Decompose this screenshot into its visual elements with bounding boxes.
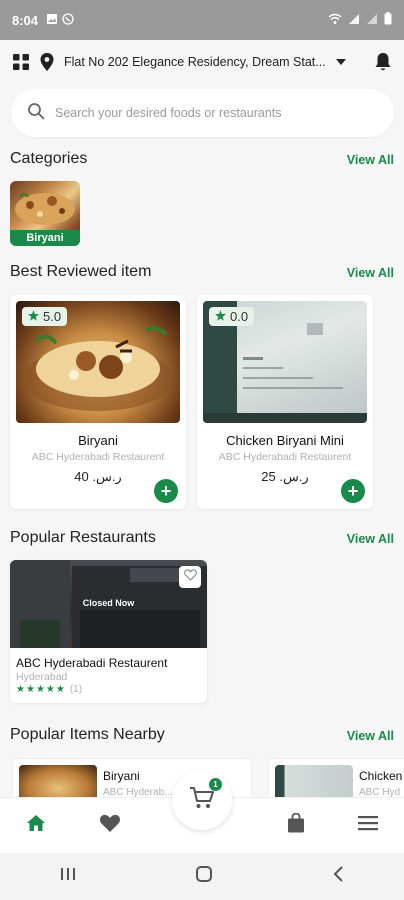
food-name: Biryani: [78, 433, 118, 448]
grid-icon[interactable]: [12, 53, 30, 71]
rating-badge: 0.0: [209, 307, 255, 326]
best-reviewed-title: Best Reviewed item: [10, 263, 152, 280]
star-icon: ★: [55, 684, 65, 695]
battery-icon: [384, 12, 392, 28]
search-input[interactable]: [55, 106, 355, 120]
add-to-cart-button[interactable]: +: [154, 479, 178, 503]
status-time: 8:04: [12, 12, 39, 28]
restaurant-name: ABC Hyderabadi Restaurent: [16, 656, 168, 670]
star-icon: [215, 309, 226, 324]
star-icon: ★: [35, 684, 45, 695]
category-label: Biryani: [10, 230, 80, 246]
nearby-item-image: [19, 765, 97, 797]
star-icon: [28, 309, 39, 324]
best-reviewed-view-all[interactable]: View All: [347, 266, 394, 280]
food-restaurant: ABC Hyderabadi Restaurent: [31, 451, 165, 463]
system-navigation: [0, 853, 404, 900]
restaurant-location: Hyderabad: [16, 671, 68, 683]
food-image: 0.0: [203, 301, 367, 423]
whatsapp-notification-icon: [62, 12, 74, 28]
plus-icon: +: [347, 481, 359, 501]
heart-outline-icon: [183, 568, 197, 586]
restaurant-status: Closed Now: [82, 598, 135, 608]
nearby-item-name: Biryani: [103, 769, 140, 783]
top-bar: Flat No 202 Elegance Residency, Dream St…: [0, 40, 404, 84]
food-image: 5.0: [16, 301, 180, 423]
cart-button[interactable]: 1: [172, 770, 232, 830]
menu-icon[interactable]: [357, 815, 378, 836]
dropdown-arrow-icon[interactable]: [336, 59, 346, 65]
restaurant-image: Closed Now: [10, 560, 207, 648]
bag-icon[interactable]: [287, 812, 305, 838]
status-bar: 8:04: [0, 0, 404, 40]
favorite-button[interactable]: [179, 566, 201, 588]
nearby-item-restaurant: ABC Hyderab...: [103, 787, 173, 797]
restaurant-card[interactable]: Closed Now ABC Hyderabadi Restaurent Hyd…: [10, 560, 207, 703]
star-icon: ★: [25, 684, 35, 695]
popular-restaurants-view-all[interactable]: View All: [347, 532, 394, 546]
rating-value: 0.0: [230, 309, 249, 324]
app-screen: Flat No 202 Elegance Residency, Dream St…: [0, 40, 404, 797]
plus-icon: +: [160, 481, 172, 501]
nearby-item-image: [275, 765, 353, 797]
nearby-item-name: Chicken: [359, 769, 403, 783]
heart-icon[interactable]: [99, 813, 121, 838]
add-to-cart-button[interactable]: +: [341, 479, 365, 503]
delivery-address[interactable]: Flat No 202 Elegance Residency, Dream St…: [64, 55, 326, 69]
popular-restaurants-title: Popular Restaurants: [10, 529, 156, 546]
nearby-item-card[interactable]: Chicken ABC Hyd: [268, 758, 404, 797]
location-pin-icon: [40, 53, 54, 71]
food-restaurant: ABC Hyderabadi Restaurent: [218, 451, 352, 463]
star-icon: ★: [45, 684, 55, 695]
signal-icon: [348, 13, 360, 28]
food-item-card[interactable]: 0.0 Chicken Biryani Mini ABC Hyderabadi …: [197, 295, 373, 509]
cart-count-badge: 1: [209, 778, 222, 791]
star-icon: ★: [16, 684, 25, 695]
recent-apps-icon[interactable]: [60, 867, 76, 886]
categories-title: Categories: [10, 150, 88, 167]
popular-nearby-title: Popular Items Nearby: [10, 726, 165, 743]
image-notification-icon: [46, 13, 58, 28]
home-button-icon[interactable]: [195, 865, 213, 888]
rating-value: 5.0: [43, 309, 62, 324]
search-icon: [27, 102, 45, 125]
popular-nearby-view-all[interactable]: View All: [347, 729, 394, 743]
categories-view-all[interactable]: View All: [347, 153, 394, 167]
restaurant-rating: ★ ★ ★ ★ ★ (1): [16, 684, 82, 695]
wifi-icon: [328, 13, 342, 28]
rating-badge: 5.0: [22, 307, 68, 326]
category-image: [15, 193, 75, 225]
food-name: Chicken Biryani Mini: [226, 433, 344, 448]
signal-icon-2: [366, 13, 378, 28]
food-item-card[interactable]: 5.0 Biryani ABC Hyderabadi Restaurent 40…: [10, 295, 186, 509]
home-icon[interactable]: [26, 814, 46, 837]
review-count: (1): [69, 684, 83, 695]
category-item[interactable]: Biryani: [10, 181, 80, 246]
bell-icon[interactable]: [374, 52, 392, 72]
search-bar[interactable]: [11, 89, 394, 137]
nearby-item-restaurant: ABC Hyd: [359, 787, 401, 797]
back-icon[interactable]: [332, 866, 344, 887]
